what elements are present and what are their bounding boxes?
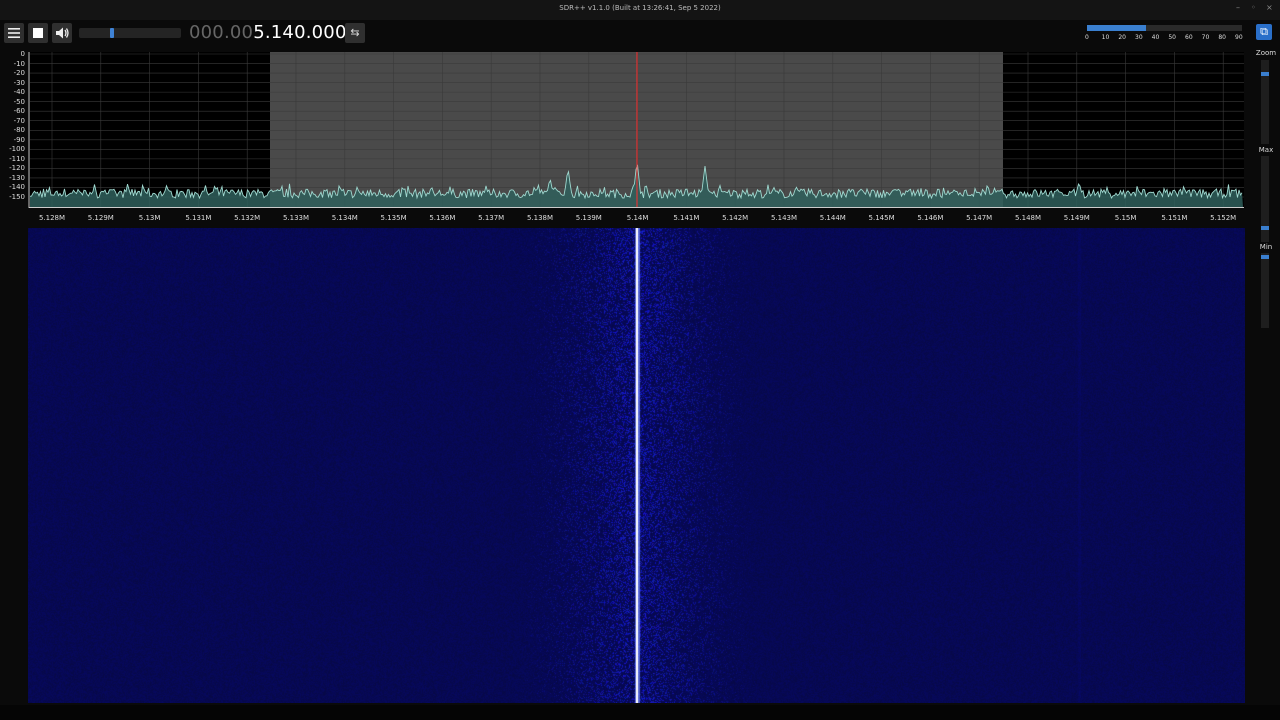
fft-y-tick-label: -140 — [9, 183, 25, 192]
fft-x-tick-label: 5.128M — [38, 214, 66, 222]
fft-y-tick-label: -60 — [13, 107, 25, 116]
fft-x-tick-label: 5.14M — [626, 214, 649, 222]
fft-x-tick-label: 5.139M — [575, 214, 602, 222]
fft-x-tick-label: 5.147M — [966, 214, 993, 222]
fft-x-tick-label: 5.149M — [1063, 214, 1090, 222]
min-label: Min — [1259, 243, 1273, 251]
max-label: Max — [1258, 146, 1274, 154]
max-slider[interactable] — [1261, 156, 1269, 242]
fft-x-tick-label: 5.151M — [1161, 214, 1188, 222]
fft-x-tick-label: 5.13M — [138, 214, 161, 222]
fft-y-tick-label: -70 — [13, 116, 25, 125]
fft-y-tick-label: -120 — [9, 164, 25, 173]
fft-y-tick-label: -50 — [13, 97, 25, 106]
display-controls: Zoom Max Min — [1252, 48, 1280, 720]
status-strip — [0, 705, 1280, 720]
zoom-slider[interactable] — [1261, 60, 1269, 144]
fft-y-tick-label: -100 — [9, 145, 25, 154]
min-slider-handle[interactable] — [1261, 255, 1269, 259]
fft-x-tick-label: 5.138M — [526, 214, 554, 222]
fft-y-tick-label: -40 — [13, 88, 25, 97]
fft-y-tick-label: -20 — [13, 69, 25, 78]
fft-y-tick-label: -10 — [13, 59, 25, 68]
fft-x-tick-label: 5.133M — [282, 214, 310, 222]
fft-x-tick-label: 5.135M — [380, 214, 407, 222]
fft-x-tick-label: 5.137M — [478, 214, 505, 222]
fft-x-tick-label: 5.132M — [234, 214, 261, 222]
fft-x-tick-label: 5.146M — [917, 214, 944, 222]
fft-x-tick-label: 5.141M — [673, 214, 700, 222]
fft-y-tick-label: -150 — [9, 193, 25, 201]
zoom-slider-handle[interactable] — [1261, 72, 1269, 76]
fft-x-tick-label: 5.136M — [429, 214, 456, 222]
fft-x-tick-label: 5.131M — [185, 214, 212, 222]
fft-x-tick-label: 5.129M — [87, 214, 114, 222]
fft-y-tick-label: -130 — [9, 173, 25, 182]
fft-x-tick-label: 5.142M — [722, 214, 749, 222]
fft-x-tick-label: 5.15M — [1114, 214, 1137, 222]
fft-x-tick-label: 5.144M — [819, 214, 846, 222]
fft-y-tick-label: -30 — [13, 78, 25, 87]
fft-spectrum — [28, 52, 1244, 208]
fft-y-tick-label: -80 — [13, 126, 25, 135]
min-slider[interactable] — [1261, 253, 1269, 328]
max-slider-handle[interactable] — [1261, 226, 1269, 230]
zoom-label: Zoom — [1255, 49, 1277, 57]
fft-x-tick-label: 5.145M — [868, 214, 895, 222]
fft-y-tick-label: 0 — [20, 50, 25, 58]
fft-y-tick-label: -90 — [13, 135, 25, 144]
fft-x-tick-label: 5.152M — [1210, 214, 1237, 222]
fft-x-tick-label: 5.143M — [770, 214, 798, 222]
fft-x-tick-label: 5.148M — [1014, 214, 1042, 222]
fft-x-tick-label: 5.134M — [331, 214, 358, 222]
fft-y-tick-label: -110 — [9, 154, 25, 163]
waterfall[interactable] — [28, 228, 1245, 703]
